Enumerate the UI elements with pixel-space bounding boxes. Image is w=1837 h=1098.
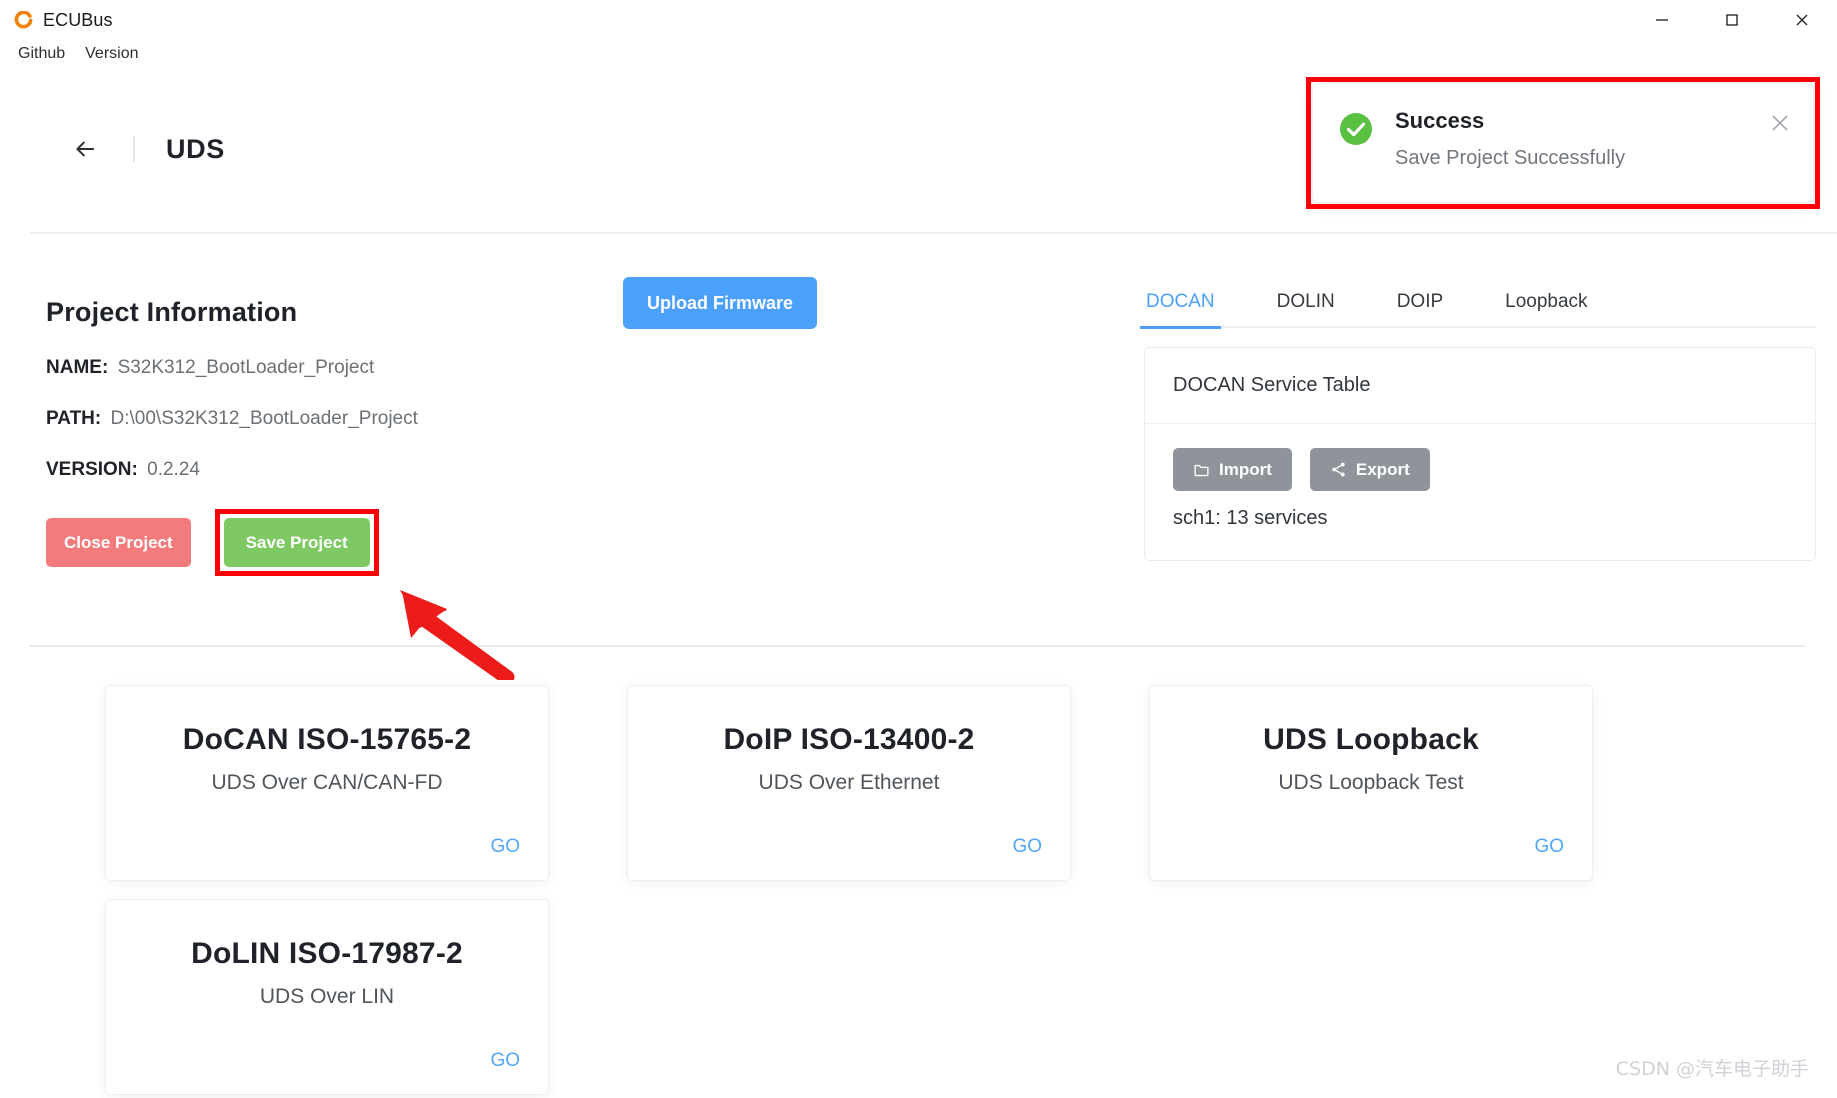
save-project-wrapper: Save Project bbox=[214, 509, 379, 576]
annotation-arrow-icon bbox=[390, 585, 520, 685]
title-bar: ECUBus bbox=[0, 0, 1837, 40]
success-toast-message: Save Project Successfully bbox=[1395, 147, 1626, 169]
menu-item-version[interactable]: Version bbox=[75, 43, 148, 65]
back-arrow-icon[interactable] bbox=[70, 134, 100, 164]
card-doip-subtitle: UDS Over Ethernet bbox=[758, 771, 940, 794]
tab-docan[interactable]: DOCAN bbox=[1140, 291, 1221, 329]
tabs-underline bbox=[1144, 326, 1816, 328]
tab-loopback[interactable]: Loopback bbox=[1503, 291, 1589, 328]
ecubus-logo-icon bbox=[14, 10, 33, 30]
content-separator bbox=[30, 645, 1805, 647]
project-name-label: NAME: bbox=[46, 357, 109, 378]
project-path-label: PATH: bbox=[46, 408, 102, 429]
card-docan-go-link[interactable]: GO bbox=[490, 836, 520, 858]
card-doip[interactable]: DoIP ISO-13400-2 UDS Over Ethernet GO bbox=[627, 685, 1071, 881]
success-toast-wrapper: Success Save Project Successfully bbox=[1306, 77, 1820, 209]
protocol-panel: DOCAN DOLIN DOIP Loopback DOCAN Service … bbox=[1140, 278, 1816, 561]
upload-firmware-button[interactable]: Upload Firmware bbox=[623, 277, 818, 329]
success-check-icon bbox=[1339, 112, 1373, 146]
header-separator bbox=[30, 232, 1837, 234]
card-uds-loopback[interactable]: UDS Loopback UDS Loopback Test GO bbox=[1149, 685, 1593, 881]
window-controls bbox=[1627, 0, 1837, 40]
success-toast-body: Success Save Project Successfully bbox=[1395, 108, 1625, 202]
success-toast: Success Save Project Successfully bbox=[1312, 83, 1814, 203]
card-doip-go-link[interactable]: GO bbox=[1012, 836, 1042, 858]
card-uds-loopback-title: UDS Loopback bbox=[1263, 723, 1479, 756]
project-version-row: VERSION: 0.2.24 bbox=[46, 459, 606, 481]
export-button-label: Export bbox=[1355, 460, 1410, 479]
protocol-card-grid: DoCAN ISO-15765-2 UDS Over CAN/CAN-FD GO… bbox=[0, 685, 1837, 1095]
card-dolin[interactable]: DoLIN ISO-17987-2 UDS Over LIN GO bbox=[105, 899, 549, 1095]
tab-doip[interactable]: DOIP bbox=[1395, 291, 1445, 328]
minimize-button[interactable] bbox=[1627, 0, 1697, 40]
menu-item-github[interactable]: Github bbox=[8, 43, 75, 65]
project-version-label: VERSION: bbox=[46, 459, 138, 480]
card-uds-loopback-go-link[interactable]: GO bbox=[1534, 836, 1564, 858]
close-button[interactable] bbox=[1767, 0, 1837, 40]
app-window: ECUBus Github Version UDS Project Inform… bbox=[0, 0, 1837, 1098]
service-table-actions: Import Export bbox=[1173, 448, 1787, 491]
project-path-value: D:\00\S32K312_BootLoader_Project bbox=[110, 408, 418, 429]
project-information-heading: Project Information bbox=[46, 297, 298, 327]
watermark: CSDN @汽车电子助手 bbox=[1615, 1058, 1809, 1080]
project-name-value: S32K312_BootLoader_Project bbox=[117, 357, 375, 378]
service-table-body: Import Export sch1: 13 services bbox=[1145, 424, 1815, 560]
project-name-row: NAME: S32K312_BootLoader_Project bbox=[46, 357, 606, 379]
import-button[interactable]: Import bbox=[1173, 448, 1292, 491]
success-toast-title: Success bbox=[1395, 108, 1485, 133]
card-docan-title: DoCAN ISO-15765-2 bbox=[182, 723, 472, 756]
share-icon bbox=[1330, 461, 1347, 478]
tab-dolin[interactable]: DOLIN bbox=[1275, 291, 1337, 328]
card-dolin-go-link[interactable]: GO bbox=[490, 1050, 520, 1072]
import-button-label: Import bbox=[1219, 460, 1272, 479]
export-button[interactable]: Export bbox=[1309, 448, 1430, 491]
card-docan[interactable]: DoCAN ISO-15765-2 UDS Over CAN/CAN-FD GO bbox=[105, 685, 549, 881]
card-dolin-subtitle: UDS Over LIN bbox=[259, 985, 395, 1008]
card-docan-subtitle: UDS Over CAN/CAN-FD bbox=[211, 771, 443, 794]
save-project-button[interactable]: Save Project bbox=[223, 518, 370, 567]
project-actions: Close Project Save Project bbox=[46, 509, 606, 576]
app-title: ECUBus bbox=[43, 9, 113, 30]
close-project-button[interactable]: Close Project bbox=[46, 518, 191, 567]
header-divider bbox=[133, 136, 135, 162]
protocol-card-row-1: DoCAN ISO-15765-2 UDS Over CAN/CAN-FD GO… bbox=[0, 685, 1837, 881]
card-dolin-title: DoLIN ISO-17987-2 bbox=[191, 937, 463, 970]
menu-bar: Github Version bbox=[0, 40, 1837, 68]
maximize-button[interactable] bbox=[1697, 0, 1767, 40]
service-table-card: DOCAN Service Table Import Export sch1: … bbox=[1144, 347, 1816, 561]
project-path-row: PATH: D:\00\S32K312_BootLoader_Project bbox=[46, 408, 606, 430]
project-information-section: Project Information NAME: S32K312_BootLo… bbox=[46, 297, 606, 576]
project-version-value: 0.2.24 bbox=[147, 459, 200, 480]
folder-icon bbox=[1193, 461, 1210, 478]
protocol-tabs: DOCAN DOLIN DOIP Loopback bbox=[1140, 278, 1816, 329]
card-uds-loopback-subtitle: UDS Loopback Test bbox=[1278, 771, 1464, 794]
service-count-text: sch1: 13 services bbox=[1173, 507, 1328, 529]
page-title: UDS bbox=[166, 133, 225, 164]
toast-close-icon[interactable] bbox=[1769, 112, 1791, 138]
protocol-card-row-2: DoLIN ISO-17987-2 UDS Over LIN GO bbox=[0, 899, 1837, 1095]
card-doip-title: DoIP ISO-13400-2 bbox=[723, 723, 975, 756]
service-table-title: DOCAN Service Table bbox=[1145, 348, 1815, 424]
